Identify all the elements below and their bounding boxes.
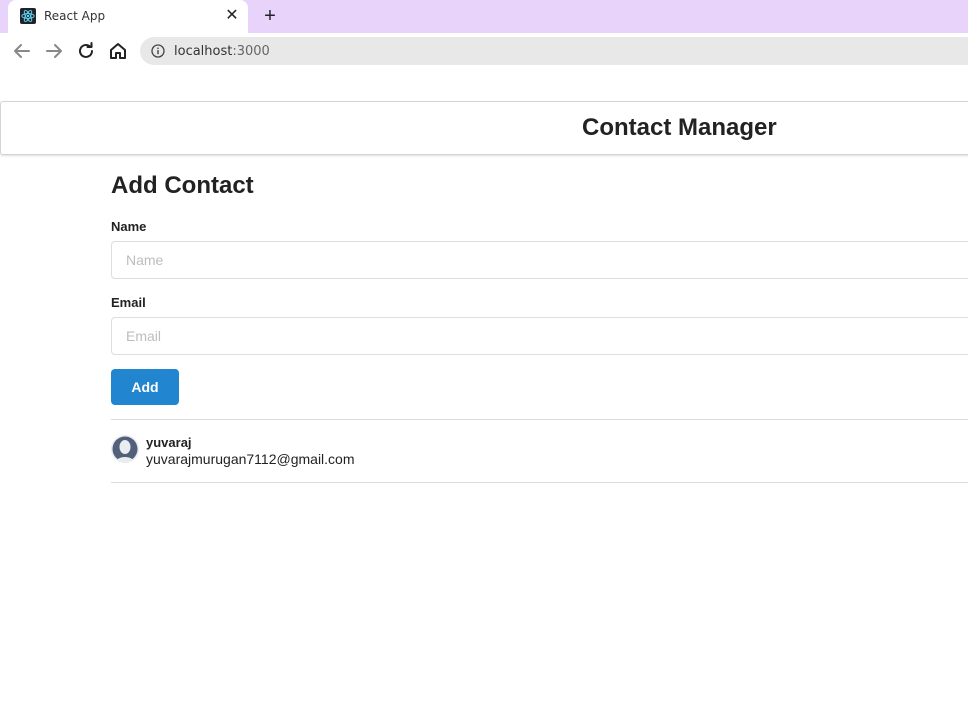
- tab-title: React App: [44, 9, 106, 23]
- name-label: Name: [111, 219, 147, 234]
- contact-name: yuvaraj: [146, 435, 192, 450]
- reload-icon[interactable]: [74, 39, 98, 63]
- user-avatar-icon: [111, 435, 139, 463]
- new-tab-icon[interactable]: +: [258, 4, 282, 28]
- form-title: Add Contact: [111, 172, 254, 199]
- browser-tab-strip: React App ✕ +: [0, 0, 968, 33]
- react-logo-icon: [20, 8, 36, 24]
- list-divider-bottom: [111, 482, 968, 483]
- close-tab-icon[interactable]: ✕: [222, 6, 242, 26]
- browser-toolbar: localhost:3000: [0, 33, 968, 69]
- page-title: Contact Manager: [582, 114, 777, 141]
- url-text: localhost:3000: [174, 44, 270, 59]
- list-divider-top: [111, 419, 968, 420]
- contact-email: yuvarajmurugan7112@gmail.com: [146, 451, 355, 467]
- email-label: Email: [111, 295, 146, 310]
- url-host: localhost: [174, 44, 233, 59]
- add-button[interactable]: Add: [111, 369, 179, 405]
- forward-arrow-icon[interactable]: [42, 39, 66, 63]
- name-input[interactable]: [111, 241, 968, 279]
- address-bar[interactable]: localhost:3000: [140, 37, 968, 65]
- app-header: Contact Manager: [0, 101, 968, 155]
- home-icon[interactable]: [106, 39, 130, 63]
- url-port: :3000: [232, 44, 270, 59]
- back-arrow-icon[interactable]: [10, 39, 34, 63]
- info-icon[interactable]: [151, 44, 165, 58]
- browser-tab[interactable]: React App ✕: [8, 0, 248, 33]
- list-item[interactable]: yuvaraj yuvarajmurugan7112@gmail.com: [111, 433, 968, 481]
- email-input[interactable]: [111, 317, 968, 355]
